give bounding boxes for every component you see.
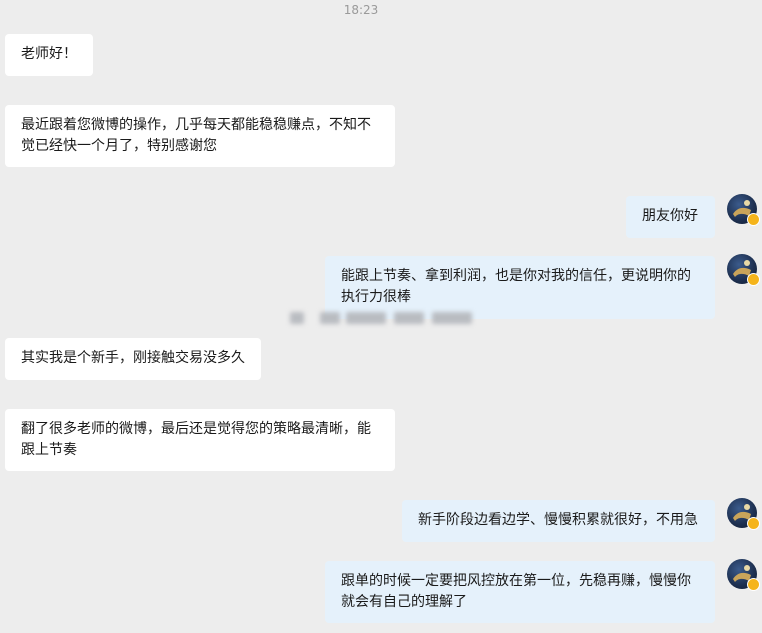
user-avatar-icon[interactable] [727, 254, 760, 286]
message-text: 能跟上节奏、拿到利润，也是你对我的信任，更说明你的执行力很棒 [341, 268, 691, 305]
message-text: 其实我是个新手，刚接触交易没多久 [21, 350, 245, 366]
message-text: 最近跟着您微博的操作，几乎每天都能稳稳赚点，不知不觉已经快一个月了，特别感谢您 [21, 117, 371, 154]
message-bubble-sent[interactable]: 朋友你好 [626, 196, 715, 238]
user-avatar-icon[interactable] [727, 194, 760, 226]
user-avatar-icon[interactable] [727, 498, 760, 530]
message-text: 老师好！ [21, 46, 77, 62]
message-text: 朋友你好 [642, 208, 698, 224]
message-text: 跟单的时候一定要把风控放在第一位，先稳再赚，慢慢你就会有自己的理解了 [341, 573, 691, 610]
message-text: 新手阶段边看边学、慢慢积累就很好，不用急 [418, 512, 698, 528]
verified-badge-icon [747, 273, 760, 286]
user-avatar-icon[interactable] [727, 559, 760, 591]
verified-badge-icon [747, 517, 760, 530]
message-bubble-sent[interactable]: 新手阶段边看边学、慢慢积累就很好，不用急 [402, 500, 715, 542]
message-bubble-received[interactable]: 最近跟着您微博的操作，几乎每天都能稳稳赚点，不知不觉已经快一个月了，特别感谢您 [5, 105, 395, 167]
message-bubble-received[interactable]: 老师好！ [5, 34, 93, 76]
message-bubble-received[interactable]: 翻了很多老师的微博，最后还是觉得您的策略最清晰，能跟上节奏 [5, 409, 395, 471]
chat-timestamp: 18:23 [343, 3, 379, 17]
message-bubble-received[interactable]: 其实我是个新手，刚接触交易没多久 [5, 338, 261, 380]
verified-badge-icon [747, 213, 760, 226]
blurred-redaction [290, 308, 475, 328]
message-bubble-sent[interactable]: 跟单的时候一定要把风控放在第一位，先稳再赚，慢慢你就会有自己的理解了 [325, 561, 715, 623]
message-text: 翻了很多老师的微博，最后还是觉得您的策略最清晰，能跟上节奏 [21, 421, 371, 458]
verified-badge-icon [747, 578, 760, 591]
